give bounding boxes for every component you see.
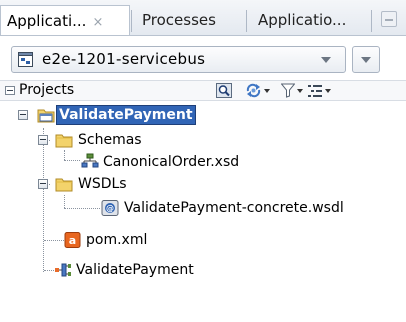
collapse-toggle-icon[interactable] (38, 135, 48, 145)
tree-guide-line (43, 128, 44, 272)
tree-guide-line (64, 208, 100, 209)
collapse-toggle-icon[interactable] (38, 179, 48, 189)
project-tree: ValidatePayment Schemas CanonicalOrder.x… (0, 102, 406, 322)
tree-label-pom: pom.xml (86, 232, 148, 248)
tree-guide-line (44, 270, 54, 271)
tree-guide-line (64, 160, 80, 161)
tree-label-wsdls: WSDLs (78, 176, 127, 192)
tab-applications[interactable]: Applicati... × (0, 5, 130, 35)
minimize-button[interactable] (381, 11, 397, 27)
tab-applications-label: Applicati... (7, 12, 87, 30)
application-selector[interactable]: e2e-1201-servicebus (11, 46, 346, 73)
filter-menu-caret[interactable] (297, 89, 303, 93)
tree-guide-line (44, 240, 64, 241)
application-menu-button[interactable] (352, 46, 380, 73)
schema-icon (81, 153, 99, 168)
tab-applications-2-label: Applicatio... (258, 11, 347, 29)
collapse-toggle-icon[interactable] (18, 110, 28, 120)
svg-text:@: @ (106, 204, 114, 213)
tree-label-schemas: Schemas (78, 132, 142, 148)
options-icon[interactable] (307, 83, 323, 98)
projects-title: Projects (19, 82, 75, 98)
tab-applications-2[interactable]: Applicatio... (252, 5, 370, 35)
tab-separator (131, 10, 132, 32)
options-menu-caret[interactable] (325, 89, 331, 93)
application-icon (37, 109, 55, 123)
folder-icon (55, 134, 73, 148)
tree-label-composite: ValidatePayment (76, 262, 194, 278)
svg-text:a: a (69, 234, 76, 247)
composite-icon (55, 263, 71, 277)
tree-label-schema-file: CanonicalOrder.xsd (103, 154, 240, 170)
filter-icon[interactable] (281, 83, 295, 98)
selector-value: e2e-1201-servicebus (42, 50, 206, 68)
maven-icon: a (64, 232, 81, 248)
tab-strip: Applicati... × Processes Applicatio... (0, 0, 406, 36)
tab-processes-label: Processes (142, 11, 216, 29)
close-icon[interactable]: × (92, 15, 103, 30)
tree-guide-line (64, 195, 65, 208)
application-icon (18, 52, 33, 67)
tree-label-root: ValidatePayment (56, 105, 196, 125)
tab-processes[interactable]: Processes (136, 5, 244, 35)
tab-separator (246, 10, 247, 32)
tree-label-wsdl-file: ValidatePayment-concrete.wsdl (124, 200, 344, 216)
find-icon[interactable] (216, 83, 232, 98)
tab-separator (371, 10, 372, 32)
sync-icon[interactable] (245, 83, 262, 98)
wsdl-icon: @ (101, 200, 119, 216)
folder-icon (55, 178, 73, 192)
collapse-icon[interactable] (5, 86, 15, 95)
projects-header: Projects (0, 80, 406, 101)
sync-menu-caret[interactable] (264, 89, 270, 93)
chevron-down-icon (321, 57, 331, 63)
tree-guide-line (64, 150, 65, 160)
